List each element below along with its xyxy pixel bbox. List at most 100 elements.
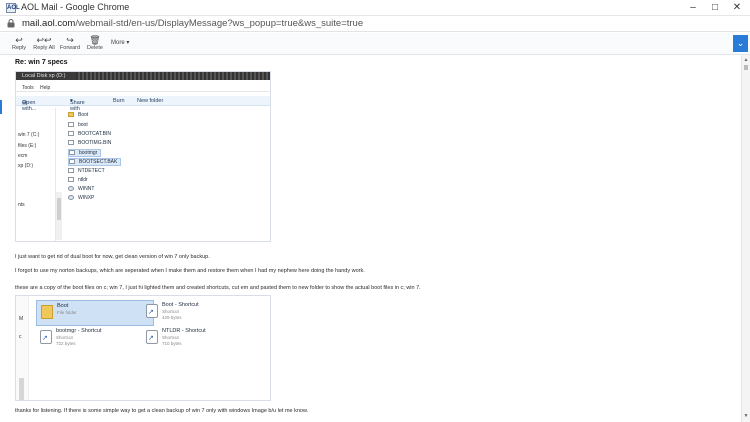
file-icon (68, 177, 74, 182)
tile-type: Shortcut (162, 309, 179, 314)
share-with-label: Share with (70, 100, 85, 112)
lock-icon (7, 19, 15, 28)
tile-type: Shortcut (56, 335, 73, 340)
shortcut-icon (146, 304, 158, 318)
file-name: WINXP (78, 195, 95, 201)
file-name: BOOTSECT.BAK (79, 159, 118, 165)
file-name: BOOTCAT.BIN (78, 131, 111, 137)
more-button[interactable]: More ▾ (111, 39, 129, 46)
file-name: WINNT (78, 186, 95, 192)
close-button[interactable]: ✕ (726, 0, 748, 16)
select-dropdown-button[interactable]: ⌄ (733, 35, 748, 52)
scroll-up-arrow-icon[interactable]: ▲ (742, 57, 750, 63)
new-folder-command: New folder (137, 98, 164, 104)
nav-item: xp (D:) (18, 163, 33, 169)
file-name: ntldr (78, 177, 88, 183)
file-icon (68, 122, 74, 127)
file-name: NTDETECT (78, 168, 105, 174)
scroll-down-arrow-icon[interactable]: ▼ (742, 413, 750, 419)
file-icon (68, 168, 74, 173)
file-name: Boot (78, 112, 89, 118)
file-item: BOOTCAT.BIN (68, 131, 111, 137)
tile-item: NTLDR - Shortcut Shortcut 710 bytes (142, 326, 260, 352)
file-icon (68, 140, 74, 145)
burn-command: Burn (113, 98, 125, 104)
message-line: thanks for listening. If there is some s… (15, 408, 309, 414)
delete-button[interactable]: 🗑 Delete (82, 35, 108, 51)
minimize-button[interactable]: – (682, 0, 704, 16)
file-icon (69, 150, 75, 155)
system-file-icon (68, 186, 74, 191)
tile-item: Boot - Shortcut Shortcut 429 bytes (142, 300, 260, 326)
reply-all-icon: ↩↩ (36, 35, 52, 45)
message-line: I just want to get rid of dual boot for … (15, 254, 210, 260)
address-bar[interactable]: mail.aol.com/webmail-std/en-us/DisplayMe… (0, 16, 750, 32)
nav-item: ecm (18, 153, 28, 159)
url-path: /webmail-std/en-us/DisplayMessage?ws_pop… (75, 18, 364, 29)
tile-item-selected: Boot File folder (36, 300, 154, 326)
maximize-button[interactable]: □ (704, 0, 726, 16)
file-item: Boot (68, 112, 88, 118)
forward-label: Forward (59, 45, 81, 51)
explorer-screenshot-2: M c Boot File folder Boot - Shortcut Sho… (15, 295, 271, 401)
reply-label: Reply (11, 45, 27, 51)
aol-logo-icon: AOL (6, 3, 20, 13)
reply-all-button[interactable]: ↩↩ Reply All (31, 35, 57, 51)
message-line: these are a copy of the boot files on c;… (15, 285, 421, 291)
pane-label: M (19, 316, 24, 322)
forward-button[interactable]: ↪ Forward (57, 35, 83, 51)
nav-item: nts (18, 202, 25, 208)
system-file-icon (68, 195, 74, 200)
folder-icon (41, 305, 53, 319)
reply-icon: ↩ (15, 35, 23, 45)
explorer-menubar: Tools Help (16, 84, 270, 92)
tile-name: bootmgr - Shortcut (56, 328, 102, 334)
tile-item: bootmgr - Shortcut Shortcut 722 bytes (36, 326, 154, 352)
explorer-screenshot-1: Local Disk xp (D:) Tools Help ▤ Open wit… (15, 71, 271, 242)
file-item: WINXP (68, 195, 94, 201)
pane-label: c (19, 334, 22, 340)
file-item-selected: bootmgr (68, 149, 102, 157)
left-accent-strip (0, 100, 2, 114)
chevron-down-icon: ▾ (126, 40, 130, 46)
tile-name: Boot (57, 303, 69, 309)
tile-name: NTLDR - Shortcut (162, 328, 206, 334)
tile-type: File folder (57, 310, 77, 315)
menu-help: Help (40, 85, 51, 91)
url-text[interactable]: mail.aol.com/webmail-std/en-us/DisplayMe… (22, 18, 363, 29)
shortcut-icon (146, 330, 158, 344)
pane-scrollbar (56, 192, 62, 240)
message-line: I forgot to use my norton backups, which… (15, 268, 365, 274)
explorer-location: Local Disk xp (D:) (22, 73, 66, 79)
file-item: BOOTIMG.BIN (68, 140, 111, 146)
window-titlebar: AOL AOL Mail - Google Chrome – □ ✕ (0, 0, 750, 16)
reply-button[interactable]: ↩ Reply (6, 35, 32, 51)
forward-icon: ↪ (66, 35, 74, 45)
file-item: boot (68, 122, 88, 128)
trash-icon: 🗑 (89, 35, 101, 45)
shortcut-icon (40, 330, 52, 344)
tile-type: Shortcut (162, 335, 179, 340)
tile-size: 722 bytes (56, 341, 76, 346)
scroll-thumb[interactable] (744, 65, 748, 70)
tile-name: Boot - Shortcut (162, 302, 199, 308)
share-with-command: Share with ▾ (70, 98, 85, 112)
reply-all-label: Reply All (33, 45, 55, 51)
file-name: boot (78, 122, 88, 128)
window-title: AOL Mail - Google Chrome (21, 2, 130, 12)
tile-size: 710 bytes (162, 341, 182, 346)
open-with-label: Open with... (22, 100, 37, 112)
chevron-down-icon: ⌄ (736, 38, 745, 48)
pane-scrollbar (19, 378, 24, 400)
message-subject: Re: win 7 specs (15, 59, 68, 66)
file-item: NTDETECT (68, 168, 105, 174)
file-name: bootmgr (79, 150, 98, 156)
file-name: BOOTIMG.BIN (78, 140, 112, 146)
tile-size: 429 bytes (162, 315, 182, 320)
file-item: WINNT (68, 186, 94, 192)
page-scrollbar[interactable]: ▲ ▼ (741, 55, 750, 422)
header-pattern (76, 72, 270, 80)
menu-tools: Tools (22, 85, 34, 91)
file-icon (69, 159, 75, 164)
explorer-commandbar: ▤ Open with... Share with ▾ Burn New fol… (16, 96, 270, 112)
